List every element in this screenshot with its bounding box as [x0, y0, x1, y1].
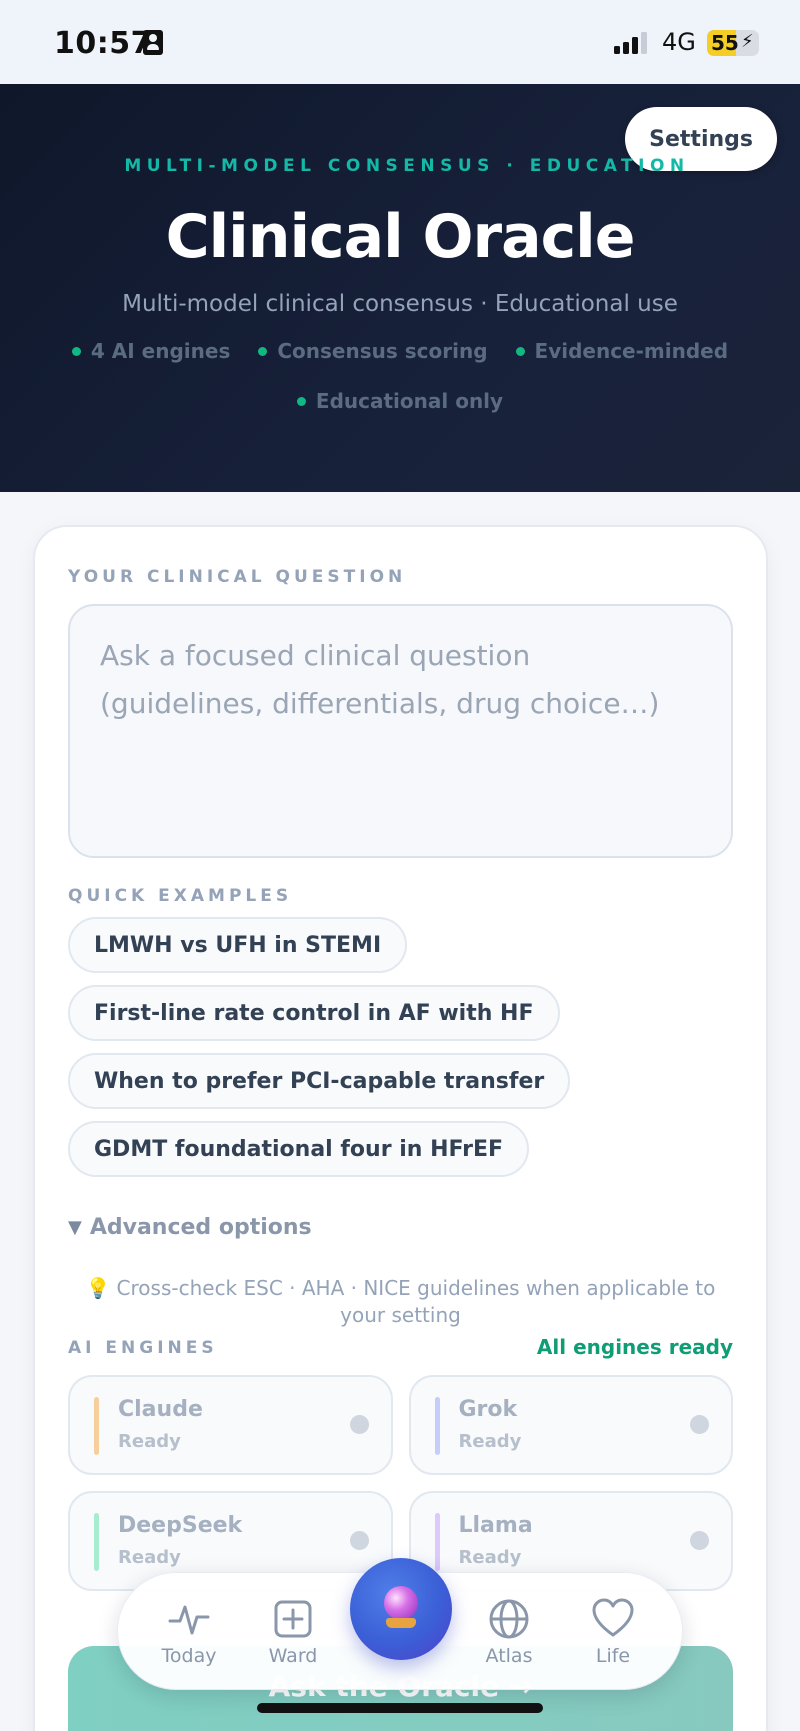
chip-label: Evidence-minded	[534, 339, 729, 363]
contact-card-icon	[143, 30, 163, 55]
caret-down-icon: ▼	[68, 1217, 82, 1238]
signal-icon	[614, 32, 650, 54]
examples-label: QUICK EXAMPLES	[68, 886, 293, 906]
battery-icon: 55 ⚡	[707, 30, 759, 56]
status-time: 10:57	[54, 26, 152, 61]
engine-color-bar	[434, 1397, 440, 1455]
chip-label: 4 AI engines	[90, 339, 231, 363]
nav-label: Life	[595, 1645, 631, 1667]
engine-color-bar	[434, 1513, 440, 1571]
globe-icon	[489, 1599, 529, 1639]
green-dot-icon	[71, 346, 81, 356]
question-input[interactable]	[68, 604, 733, 858]
engine-name: Claude	[118, 1397, 203, 1422]
engine-status: Ready	[118, 1431, 181, 1452]
nav-item-life[interactable]: Life	[568, 1597, 658, 1667]
feature-chip: Educational only	[296, 389, 504, 413]
chip-label: Consensus scoring	[277, 339, 488, 363]
nav-label: Today	[161, 1645, 217, 1667]
status-dot-icon	[349, 1531, 369, 1550]
feature-chip: Evidence-minded	[515, 339, 729, 363]
feature-chips: 4 AI engines Consensus scoring Evidence-…	[60, 339, 740, 413]
battery-level: 55	[711, 31, 739, 55]
nav-item-today[interactable]: Today	[144, 1597, 234, 1667]
page-subtitle: Multi-model clinical consensus · Educati…	[122, 291, 678, 317]
status-dot-icon	[690, 1415, 709, 1434]
nav-item-atlas[interactable]: Atlas	[464, 1597, 554, 1667]
engine-color-bar	[94, 1397, 99, 1455]
page-title: Clinical Oracle	[165, 202, 636, 272]
engine-status: Ready	[458, 1431, 522, 1452]
example-chip[interactable]: LMWH vs UFH in STEMI	[68, 917, 408, 973]
charging-bolt-icon: ⚡	[741, 31, 754, 52]
plus-square-icon	[274, 1600, 312, 1638]
activity-icon	[168, 1605, 210, 1635]
advanced-options-label: Advanced options	[89, 1215, 312, 1240]
feature-chip: 4 AI engines	[71, 339, 231, 363]
engine-name: DeepSeek	[118, 1513, 243, 1538]
green-dot-icon	[515, 346, 525, 356]
advanced-options-toggle[interactable]: ▼ Advanced options	[68, 1215, 312, 1240]
nav-label: Atlas	[485, 1645, 533, 1667]
green-dot-icon	[258, 346, 268, 356]
question-label: YOUR CLINICAL QUESTION	[68, 567, 407, 587]
engine-status: Ready	[458, 1547, 522, 1568]
network-label: 4G	[662, 28, 696, 56]
engines-status: All engines ready	[536, 1335, 733, 1359]
crystal-ball-icon	[384, 1586, 418, 1620]
example-chip[interactable]: When to prefer PCI-capable transfer	[68, 1053, 571, 1109]
status-dot-icon	[349, 1415, 369, 1434]
engines-label: AI ENGINES	[68, 1338, 218, 1358]
example-chip[interactable]: GDMT foundational four in HFrEF	[68, 1121, 530, 1177]
feature-chip: Consensus scoring	[258, 339, 488, 363]
chip-label: Educational only	[315, 389, 504, 413]
guideline-tip: 💡 Cross-check ESC · AHA · NICE guidelines…	[68, 1275, 733, 1329]
nav-item-oracle[interactable]	[350, 1558, 452, 1660]
engine-card-grok[interactable]: Grok Ready	[408, 1375, 733, 1475]
status-bar: 10:57 4G 55 ⚡	[0, 0, 800, 84]
engine-name: Grok	[458, 1397, 518, 1422]
lightbulb-icon: 💡	[85, 1276, 111, 1300]
question-card: YOUR CLINICAL QUESTION QUICK EXAMPLES LM…	[33, 525, 768, 1731]
example-chip[interactable]: First-line rate control in AF with HF	[68, 985, 560, 1041]
hero-kicker: MULTI-MODEL CONSENSUS · EDUCATION	[124, 156, 690, 176]
hero-header: Settings MULTI-MODEL CONSENSUS · EDUCATI…	[0, 84, 800, 492]
engine-card-claude[interactable]: Claude Ready	[68, 1375, 393, 1475]
tip-text: Cross-check ESC · AHA · NICE guidelines …	[116, 1276, 716, 1327]
status-dot-icon	[690, 1531, 709, 1550]
engine-color-bar	[94, 1513, 99, 1571]
engine-status: Ready	[118, 1547, 181, 1568]
crystal-ball-base	[386, 1618, 416, 1628]
engine-name: Llama	[458, 1513, 533, 1538]
heart-icon	[592, 1598, 634, 1637]
quick-examples: LMWH vs UFH in STEMI First-line rate con…	[68, 917, 571, 1177]
home-indicator[interactable]	[257, 1703, 543, 1713]
bottom-nav: Today Ward Atlas Life	[117, 1558, 683, 1690]
nav-item-ward[interactable]: Ward	[248, 1597, 338, 1667]
nav-label: Ward	[268, 1645, 318, 1667]
green-dot-icon	[296, 396, 306, 406]
